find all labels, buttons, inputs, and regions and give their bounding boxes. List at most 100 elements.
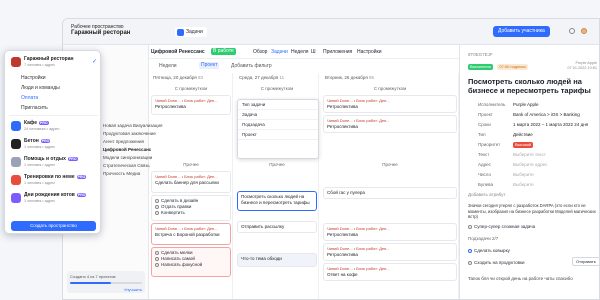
card-title: Посмотреть сколько людей на бизнесе и пе… bbox=[241, 194, 310, 205]
checklist-item[interactable]: Написать фокусной bbox=[155, 262, 227, 268]
task-card[interactable]: Чиний Done... • Блок работ: Деп... Ретро… bbox=[151, 95, 231, 115]
day-column: Пятница, 20 декабря 93 С промежутком Чин… bbox=[149, 73, 233, 299]
tab-tasks[interactable]: Задачи bbox=[271, 45, 288, 59]
menu-item-people[interactable]: Люди и команды bbox=[5, 83, 102, 93]
current-workspace[interactable]: Гаражный ресторан 7 человек • адрес ✓ bbox=[9, 55, 99, 71]
card-title: Ретроспектива bbox=[327, 124, 358, 129]
task-card[interactable]: Сбой гас у пулера bbox=[323, 187, 457, 199]
task-title[interactable]: Посмотреть сколько людей на бизнесе и пе… bbox=[468, 77, 596, 95]
quota-bar bbox=[70, 282, 142, 284]
column-header: Среда, 27 декабря 11 bbox=[235, 73, 318, 83]
menu-item-payment[interactable]: Оплата bbox=[5, 93, 102, 103]
workspace-menu: Гаражный ресторан 7 человек • адрес ✓ На… bbox=[4, 50, 101, 234]
field-row: Число Выберите bbox=[478, 172, 534, 177]
task-card[interactable]: Чиний Done... • Блок работ: Деп... Ретро… bbox=[323, 223, 457, 241]
workspace-option[interactable]: Тренировки по неме PRO 1 человек • адрес bbox=[9, 173, 99, 189]
card-title: Сбой гас у пулера bbox=[327, 190, 365, 195]
workspace-option[interactable]: Кафе PRO 24 человека • адрес bbox=[9, 119, 99, 135]
field-row: Тип Действие bbox=[478, 132, 533, 137]
sidebar-item[interactable]: Стратегическая Связь bbox=[103, 163, 150, 168]
create-workspace-button[interactable]: Создать пространство bbox=[11, 221, 96, 231]
field-row: Сроки 1 марта 2022 – 1 марта 2022 24 дня bbox=[478, 122, 589, 127]
task-card[interactable]: Чиний Done... • Блок работ: Деп... Ответ… bbox=[323, 263, 457, 281]
workspace-icon bbox=[11, 57, 21, 67]
subtask-row[interactable]: Сделать ковырку bbox=[468, 247, 598, 254]
field-row: Исполнитель Purple Apple bbox=[478, 102, 539, 107]
task-id[interactable]: 8T0EG7EJF bbox=[468, 51, 598, 58]
notification-icon[interactable] bbox=[569, 28, 575, 34]
workspace-sub: 7 человек • адрес bbox=[24, 63, 56, 67]
add-filter-button[interactable]: Добавить фильтр bbox=[231, 60, 272, 72]
sidebar-item[interactable]: Прочность Медиа bbox=[103, 171, 140, 176]
task-type-option[interactable]: Проект bbox=[238, 130, 318, 140]
task-card[interactable]: Чиний Done... • Блок работ: Деп... Ретро… bbox=[323, 95, 457, 113]
project-name[interactable]: Цифровой Ренессанс bbox=[151, 45, 205, 59]
column-header: Пятница, 20 декабря 93 bbox=[149, 73, 232, 83]
status-badge[interactable]: В работе bbox=[211, 48, 236, 55]
send-button[interactable]: Отправить bbox=[572, 257, 599, 266]
author-block: Purple Apple 07.01.2022 10:51 bbox=[567, 61, 597, 71]
sidebar-item[interactable]: Агент предложения bbox=[103, 139, 144, 144]
section-label: С промежутком bbox=[260, 86, 294, 91]
menu-item-invite[interactable]: Пригласить bbox=[5, 103, 102, 113]
tab-week[interactable]: Неделя bbox=[291, 45, 308, 59]
done-badge[interactable]: Выполнено bbox=[468, 64, 494, 70]
add-field-button[interactable]: Добавить атрибут bbox=[468, 191, 598, 198]
task-type-option[interactable]: Задача bbox=[238, 110, 318, 120]
week-selector[interactable]: Недели bbox=[159, 60, 177, 72]
checklist-item[interactable]: Конвертить bbox=[155, 210, 227, 216]
card-title: Ретроспектива bbox=[327, 252, 358, 257]
view-toolbar: Недели Проект Добавить фильтр bbox=[149, 60, 459, 72]
field-row: Проект Bank of America > iOS > Banking bbox=[478, 112, 580, 117]
card-title: Что-то тема обходи bbox=[241, 256, 282, 261]
checklist-card[interactable]: Сделать мелки Написать самой Написать фо… bbox=[151, 247, 231, 277]
task-description[interactable]: Значки сегодня утерял с разработок DARPA… bbox=[468, 203, 596, 220]
section-label: Прочее bbox=[269, 162, 285, 167]
task-card[interactable]: Отправить рассылку bbox=[237, 221, 317, 233]
sidebar-item[interactable]: Продуктовая заключение bbox=[103, 131, 156, 136]
workspace-option[interactable]: Бетон PRO 1 человек • адрес bbox=[9, 137, 99, 153]
section-label: Прочее bbox=[183, 162, 199, 167]
task-card[interactable]: Чиний Done... • Блок работ: Деп... Ретро… bbox=[323, 115, 457, 133]
add-participant-button[interactable]: Добавить участника bbox=[493, 26, 550, 37]
section-label: С промежутком bbox=[373, 86, 407, 91]
upgrade-link[interactable]: Улучшить bbox=[70, 287, 142, 292]
sidebar-item-active[interactable]: Цифровой Ренессанс bbox=[103, 147, 151, 152]
task-type-option[interactable]: Подзадача bbox=[238, 120, 318, 130]
column-date: Вторник, 26 декабря bbox=[325, 75, 368, 80]
workspace-title[interactable]: Рабочее пространство Гаражный ресторан bbox=[71, 24, 130, 36]
workspace-option[interactable]: Помощь и отдых PRO 1 человек • адрес bbox=[9, 155, 99, 171]
workspace-icon bbox=[11, 157, 21, 167]
column-count: 95 bbox=[369, 75, 375, 80]
project-filter[interactable]: Проект bbox=[199, 62, 220, 69]
sidebar-item[interactable]: Модели синхронизации bbox=[103, 155, 152, 160]
popup-title: Тип задачи bbox=[238, 100, 318, 110]
app-window: Рабочее пространство Гаражный ресторан З… bbox=[62, 18, 600, 300]
tab-sh[interactable]: Ш bbox=[311, 45, 316, 59]
check-icon: ✓ bbox=[91, 59, 97, 65]
tasks-chip[interactable]: Задачи bbox=[175, 27, 207, 37]
task-card[interactable]: Чиний Done... • Блок работ: Деп... Встре… bbox=[151, 223, 231, 245]
avatar[interactable] bbox=[581, 28, 587, 34]
subtasks-header: Подзадачи 2/7 bbox=[468, 236, 499, 241]
section-label: С промежутком bbox=[174, 86, 208, 91]
project-bar: Цифровой Ренессанс В работе Обзор Задачи… bbox=[149, 45, 459, 59]
checklist-card[interactable]: Сделать в дизайн Отдать правки Конвертит… bbox=[151, 195, 231, 221]
subtask-row[interactable]: Супер-супер сложная задача bbox=[468, 223, 598, 230]
tasks-icon bbox=[177, 28, 184, 36]
tab-overview[interactable]: Обзор bbox=[253, 45, 267, 59]
tab-settings[interactable]: Настройки bbox=[357, 45, 382, 59]
project-quota: Создано 4 из 7 проектов Улучшить bbox=[67, 271, 145, 293]
task-card-selected[interactable]: Посмотреть сколько людей на бизнесе и пе… bbox=[237, 191, 317, 211]
workspace-option[interactable]: Дни рождения котов PRO 1 человек • адрес bbox=[9, 191, 99, 207]
card-title: Ретроспектива bbox=[327, 104, 358, 109]
task-card[interactable]: Что-то тема обходи bbox=[237, 253, 317, 267]
column-count: 93 bbox=[198, 75, 204, 80]
task-card[interactable]: Чиний Done... • Блок работ: Деп... Сдела… bbox=[151, 171, 231, 193]
menu-item-settings[interactable]: Настройки bbox=[5, 73, 102, 83]
task-card[interactable]: Чиний Done... • Блок работ: Деп... Ретро… bbox=[323, 243, 457, 261]
top-bar: Рабочее пространство Гаражный ресторан З… bbox=[63, 19, 599, 45]
card-title: Ответ на кофе bbox=[327, 272, 358, 277]
tab-apps[interactable]: Приложения bbox=[323, 45, 352, 59]
due-badge[interactable]: 07:00 подписи bbox=[497, 64, 528, 70]
